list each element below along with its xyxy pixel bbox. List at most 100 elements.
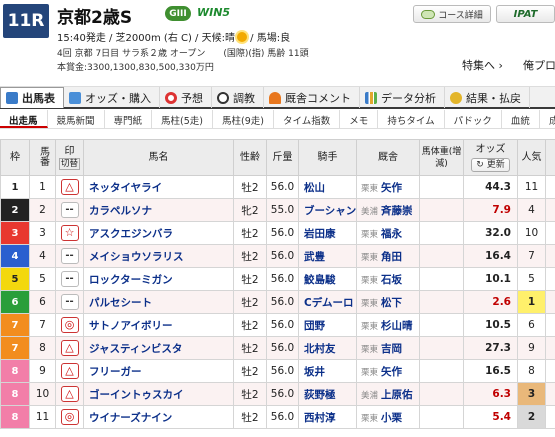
subtab-specialist[interactable]: 専門紙 bbox=[105, 110, 153, 128]
mark-triangle-icon[interactable]: △ bbox=[60, 340, 79, 356]
trainer-cell[interactable]: 栗東 石坂 bbox=[356, 267, 420, 291]
mark-triangle-icon[interactable]: △ bbox=[60, 179, 79, 195]
subtab-pedigree[interactable]: 血統 bbox=[502, 110, 540, 128]
odds-cell[interactable]: 44.3 bbox=[463, 175, 518, 199]
odds-update-button[interactable]: ↻ 更新 bbox=[471, 157, 510, 172]
odds-cell[interactable]: 10.1 bbox=[463, 267, 518, 291]
mark-cell[interactable]: △ bbox=[55, 175, 84, 199]
subtab-runners[interactable]: 出走馬 bbox=[0, 110, 48, 128]
jockey-link[interactable]: ブーシャン bbox=[298, 198, 357, 222]
trainer-link[interactable]: 福永 bbox=[381, 228, 402, 240]
trainer-link[interactable]: 吉岡 bbox=[381, 343, 402, 355]
trainer-link[interactable]: 小栗 bbox=[381, 412, 402, 424]
my-prediction-link[interactable]: 俺プロ bbox=[523, 57, 555, 73]
tab-yoso[interactable]: 予想 bbox=[160, 87, 212, 108]
jockey-link[interactable]: 松山 bbox=[298, 175, 357, 199]
mark-cell[interactable]: △ bbox=[55, 336, 84, 360]
trainer-cell[interactable]: 栗東 角田 bbox=[356, 244, 420, 268]
jockey-link[interactable]: 団野 bbox=[298, 313, 357, 337]
horse-name-link[interactable]: ウイナーズナイン bbox=[83, 405, 234, 429]
subtab-time-index[interactable]: タイム指数 bbox=[274, 110, 341, 128]
horse-name-link[interactable]: メイショウソラリス bbox=[83, 244, 234, 268]
odds-cell[interactable]: 32.0 bbox=[463, 221, 518, 245]
subtab-newspaper[interactable]: 競馬新聞 bbox=[48, 110, 105, 128]
trainer-link[interactable]: 杉山晴 bbox=[381, 320, 413, 332]
trainer-cell[interactable]: 栗東 杉山晴 bbox=[356, 313, 420, 337]
tab-result[interactable]: 結果・払戻 bbox=[445, 87, 530, 108]
trainer-cell[interactable]: 栗東 矢作 bbox=[356, 175, 420, 199]
mark-cell[interactable]: -- bbox=[55, 290, 84, 314]
jockey-link[interactable]: 西村淳 bbox=[298, 405, 357, 429]
trainer-cell[interactable]: 栗東 吉岡 bbox=[356, 336, 420, 360]
tab-odds[interactable]: オッズ・購入 bbox=[64, 87, 160, 108]
horse-name-link[interactable]: ネッタイヤライ bbox=[83, 175, 234, 199]
trainer-cell[interactable]: 栗東 福永 bbox=[356, 221, 420, 245]
mark-triangle-icon[interactable]: △ bbox=[60, 386, 79, 402]
trainer-cell[interactable]: 栗東 松下 bbox=[356, 290, 420, 314]
mark-dash-icon[interactable]: -- bbox=[60, 271, 79, 287]
odds-cell[interactable]: 7.9 bbox=[463, 198, 518, 222]
subtab-paddock[interactable]: パドック bbox=[445, 110, 502, 128]
odds-cell[interactable]: 2.6 bbox=[463, 290, 518, 314]
horse-name-link[interactable]: サトノアイボリー bbox=[83, 313, 234, 337]
trainer-link[interactable]: 角田 bbox=[381, 251, 402, 263]
trainer-cell[interactable]: 栗東 小栗 bbox=[356, 405, 420, 429]
odds-cell[interactable]: 6.3 bbox=[463, 382, 518, 406]
trainer-link[interactable]: 上原佑 bbox=[381, 389, 413, 401]
trainer-cell[interactable]: 美浦 斉藤崇 bbox=[356, 198, 420, 222]
jockey-link[interactable]: 鮫島駿 bbox=[298, 267, 357, 291]
trainer-link[interactable]: 松下 bbox=[381, 297, 402, 309]
trainer-cell[interactable]: 美浦 上原佑 bbox=[356, 382, 420, 406]
ipat-button[interactable]: IPAT bbox=[496, 5, 555, 23]
odds-cell[interactable]: 16.4 bbox=[463, 244, 518, 268]
mark-cell[interactable]: ☆ bbox=[55, 221, 84, 245]
header-mark[interactable]: 印切替 bbox=[55, 139, 84, 176]
jockey-link[interactable]: 岩田康 bbox=[298, 221, 357, 245]
mark-star-icon[interactable]: ☆ bbox=[60, 225, 79, 241]
jockey-link[interactable]: 北村友 bbox=[298, 336, 357, 360]
tab-chokyo[interactable]: 調教 bbox=[212, 87, 264, 108]
horse-name-link[interactable]: パルセシート bbox=[83, 290, 234, 314]
jockey-link[interactable]: 武豊 bbox=[298, 244, 357, 268]
horse-name-link[interactable]: カラペルソナ bbox=[83, 198, 234, 222]
tab-data[interactable]: データ分析 bbox=[360, 87, 445, 108]
horse-name-link[interactable]: アスクエジンバラ bbox=[83, 221, 234, 245]
horse-name-link[interactable]: ジャスティンビスタ bbox=[83, 336, 234, 360]
jockey-link[interactable]: 荻野極 bbox=[298, 382, 357, 406]
subtab-best-time[interactable]: 持ちタイム bbox=[378, 110, 445, 128]
mark-cell[interactable]: -- bbox=[55, 244, 84, 268]
mark-cell[interactable]: -- bbox=[55, 267, 84, 291]
mark-cell[interactable]: -- bbox=[55, 198, 84, 222]
subtab-past9[interactable]: 馬柱(9走) bbox=[213, 110, 274, 128]
trainer-link[interactable]: 石坂 bbox=[381, 274, 402, 286]
mark-circle-icon[interactable]: ◎ bbox=[60, 409, 79, 425]
horse-name-link[interactable]: ロックターミガン bbox=[83, 267, 234, 291]
mark-cell[interactable]: △ bbox=[55, 359, 84, 383]
mark-dash-icon[interactable]: -- bbox=[60, 202, 79, 218]
mark-cell[interactable]: ◎ bbox=[55, 313, 84, 337]
trainer-link[interactable]: 矢作 bbox=[381, 366, 402, 378]
course-detail-button[interactable]: コース詳細 bbox=[413, 5, 491, 23]
odds-cell[interactable]: 27.3 bbox=[463, 336, 518, 360]
subtab-record[interactable]: 成績 bbox=[540, 110, 555, 128]
tab-shutuba[interactable]: 出馬表 bbox=[0, 87, 64, 108]
odds-cell[interactable]: 16.5 bbox=[463, 359, 518, 383]
trainer-link[interactable]: 矢作 bbox=[381, 182, 402, 194]
odds-cell[interactable]: 5.4 bbox=[463, 405, 518, 429]
jockey-link[interactable]: Cデムーロ bbox=[298, 290, 357, 314]
mark-cell[interactable]: △ bbox=[55, 382, 84, 406]
trainer-link[interactable]: 斉藤崇 bbox=[381, 205, 413, 217]
mark-circle-icon[interactable]: ◎ bbox=[60, 317, 79, 333]
trainer-cell[interactable]: 栗東 矢作 bbox=[356, 359, 420, 383]
subtab-memo[interactable]: メモ bbox=[340, 110, 379, 128]
subtab-past5[interactable]: 馬柱(5走) bbox=[152, 110, 214, 128]
horse-name-link[interactable]: フリーガー bbox=[83, 359, 234, 383]
feature-link[interactable]: 特集へ › bbox=[462, 57, 503, 73]
jockey-link[interactable]: 坂井 bbox=[298, 359, 357, 383]
mark-cell[interactable]: ◎ bbox=[55, 405, 84, 429]
horse-name-link[interactable]: ゴーイントゥスカイ bbox=[83, 382, 234, 406]
odds-cell[interactable]: 10.5 bbox=[463, 313, 518, 337]
mark-dash-icon[interactable]: -- bbox=[60, 248, 79, 264]
mark-triangle-icon[interactable]: △ bbox=[60, 363, 79, 379]
tab-comment[interactable]: 厩舎コメント bbox=[264, 87, 360, 108]
